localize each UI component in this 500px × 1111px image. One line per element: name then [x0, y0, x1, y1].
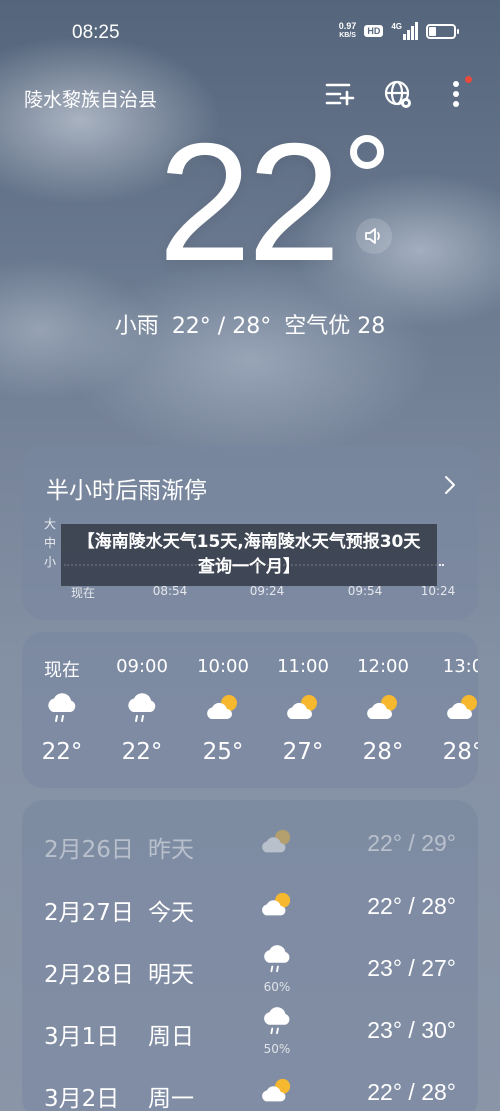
rain-probability: 50%: [263, 1042, 291, 1056]
hourly-forecast-card[interactable]: 现在 22° 09:00 22° 10:00 25° 11:00 27° 12:00 28° 13:…: [22, 632, 478, 788]
degree-symbol: [350, 135, 384, 169]
location-title[interactable]: 陵水黎族自治县: [24, 85, 157, 112]
rain-icon: [260, 944, 294, 974]
day-date: 2月26日: [44, 837, 134, 863]
weather-summary: 小雨 22° / 28° 空气优 28: [0, 308, 500, 340]
hour-temp: 27°: [282, 739, 324, 765]
city-list-icon[interactable]: [324, 78, 356, 110]
status-icons: 0.97 KB/S HD 4G: [338, 21, 459, 40]
partly-cloudy-icon: [285, 692, 321, 724]
day-date: 2月28日: [44, 962, 134, 988]
network-speed: 0.97 KB/S: [338, 21, 357, 40]
current-temperature: 22: [158, 108, 341, 296]
day-temp-range: 23° / 30°: [367, 1017, 456, 1043]
more-icon[interactable]: [440, 76, 472, 110]
day-temp-range: 23° / 27°: [367, 955, 456, 981]
rain-intensity-labels: 大 中 小: [44, 517, 57, 569]
rain-icon: [124, 692, 160, 724]
day-label: 昨天: [148, 837, 194, 863]
day-temp-range: 22° / 28°: [367, 893, 456, 919]
header-actions: [324, 76, 472, 110]
hour-time: 13:0: [442, 656, 478, 677]
daily-row[interactable]: 3月1日 周日 50% 23° / 30°: [22, 1000, 478, 1062]
day-temp-range: 22° / 28°: [367, 1079, 456, 1105]
signal-icon: 4G: [391, 22, 418, 40]
partly-cloudy-icon: [205, 692, 241, 724]
chevron-right-icon[interactable]: [444, 475, 456, 499]
day-date: 3月1日: [44, 1024, 120, 1050]
hour-time: 现在: [44, 660, 80, 681]
hour-temp: 22°: [41, 739, 83, 765]
day-date: 2月27日: [44, 900, 134, 926]
hour-temp: 25°: [202, 739, 244, 765]
day-temp-range: 22° / 29°: [367, 830, 456, 856]
condition-text: 小雨: [114, 314, 159, 339]
daily-row[interactable]: 3月2日 周一 22° / 28°: [22, 1062, 478, 1111]
daily-forecast-card[interactable]: 2月26日 昨天 22° / 29° 2月27日 今天 22° / 28° 2月28日 明天 6…: [22, 800, 478, 1111]
globe-icon[interactable]: [382, 78, 414, 110]
day-label: 周日: [148, 1024, 194, 1050]
hd-badge: HD: [364, 25, 384, 37]
rain-probability: 60%: [263, 980, 291, 994]
rain-forecast-title: 半小时后雨渐停: [46, 478, 207, 504]
notification-dot: [465, 76, 472, 83]
rain-icon: [260, 1006, 294, 1036]
air-quality[interactable]: 空气优 28: [284, 314, 385, 339]
article-title-banner: 【海南陵水天气15天,海南陵水天气预报30天查询一个月】: [61, 524, 437, 586]
status-time: 08:25: [72, 22, 120, 43]
hour-time: 09:00: [116, 656, 168, 677]
hour-temp: 28°: [442, 739, 478, 765]
hour-temp: 22°: [121, 739, 163, 765]
hour-time: 11:00: [277, 656, 329, 677]
battery-icon: [426, 23, 459, 39]
partly-cloudy-icon: [260, 827, 294, 857]
partly-cloudy-icon: [260, 890, 294, 920]
partly-cloudy-icon: [260, 1076, 294, 1106]
day-label: 今天: [148, 900, 194, 926]
hour-time: 12:00: [357, 656, 409, 677]
temp-range: 22° / 28°: [171, 314, 272, 339]
daily-row[interactable]: 2月28日 明天 60% 23° / 27°: [22, 938, 478, 1000]
rain-icon: [44, 692, 80, 724]
partly-cloudy-icon: [365, 692, 401, 724]
hour-time: 10:00: [197, 656, 249, 677]
speaker-icon[interactable]: [356, 218, 392, 254]
daily-row[interactable]: 2月26日 昨天 22° / 29°: [22, 813, 478, 875]
day-label: 周一: [148, 1086, 194, 1111]
hour-temp: 28°: [362, 739, 404, 765]
day-date: 3月2日: [44, 1086, 120, 1111]
day-label: 明天: [148, 962, 194, 988]
daily-row[interactable]: 2月27日 今天 22° / 28°: [22, 876, 478, 938]
partly-cloudy-icon: [445, 692, 478, 724]
